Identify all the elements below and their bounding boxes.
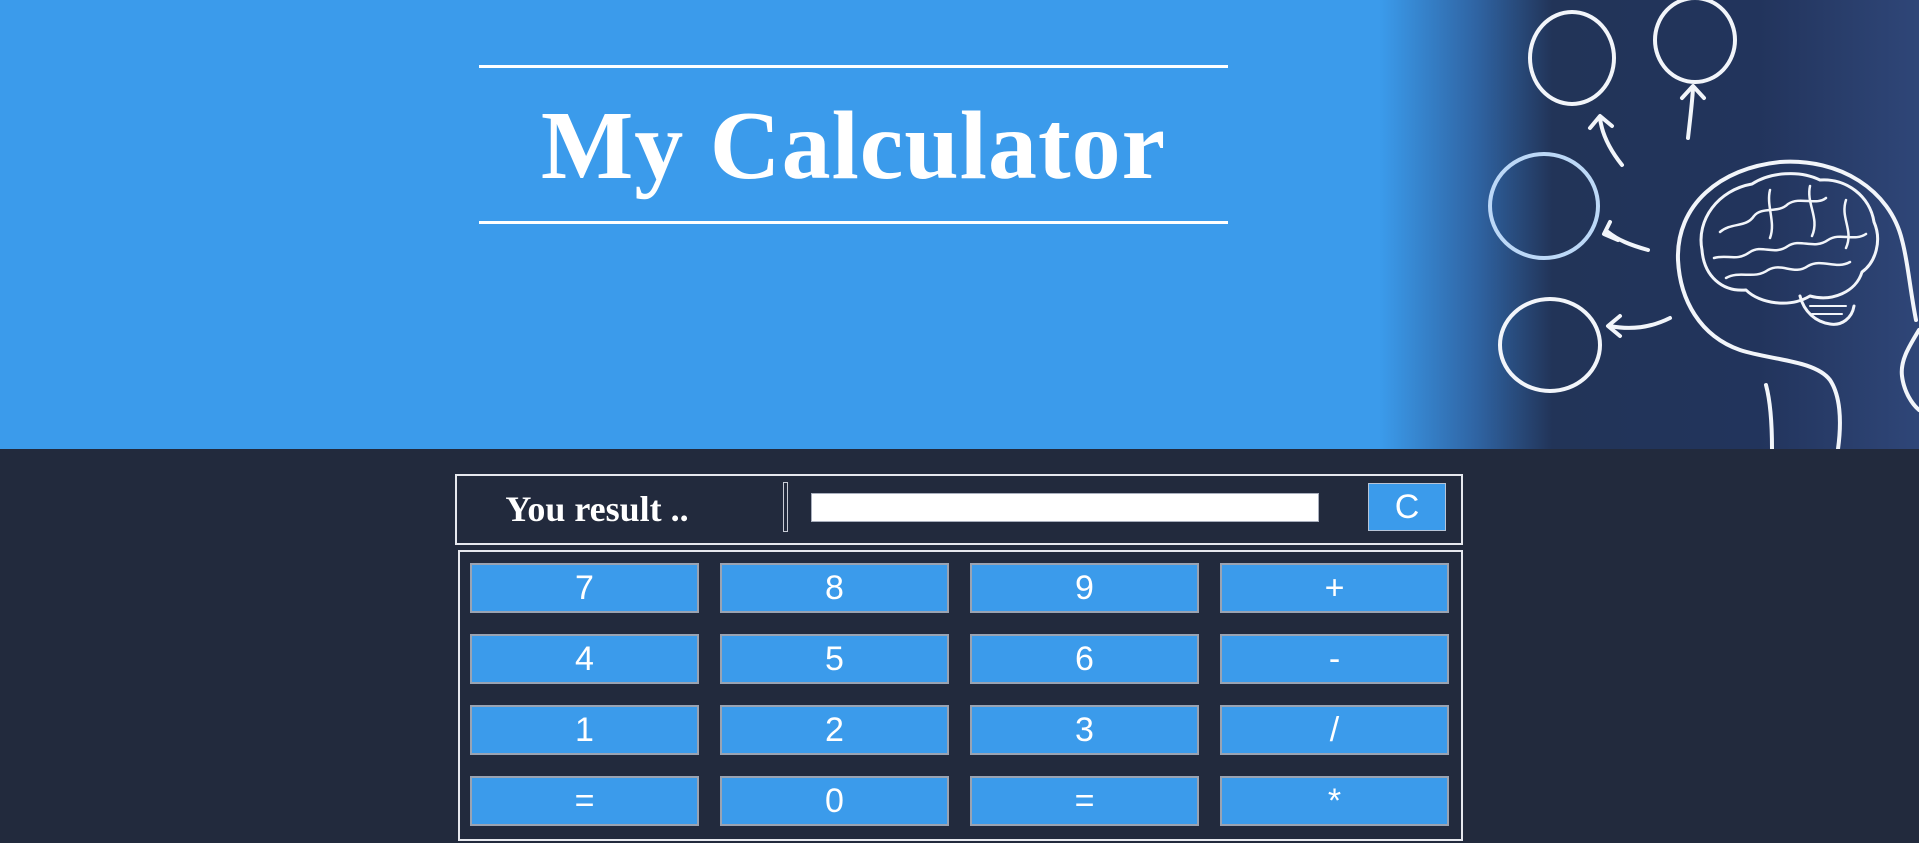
keypad: 7 8 9 + 4 5 6 - 1 2 3 / = 0 = * <box>458 550 1463 841</box>
key-multiply-button[interactable]: * <box>1220 776 1449 826</box>
title-bottom-rule <box>479 221 1228 224</box>
key-2-button[interactable]: 2 <box>720 705 949 755</box>
key-plus-button[interactable]: + <box>1220 563 1449 613</box>
calculator-page: My Calculator You result .. C 7 8 9 + 4 … <box>0 0 1919 843</box>
key-7-button[interactable]: 7 <box>470 563 699 613</box>
page-title: My Calculator <box>540 92 1167 200</box>
result-bar: You result .. C <box>455 474 1463 545</box>
clear-button[interactable]: C <box>1368 483 1446 531</box>
result-divider <box>783 482 788 532</box>
key-divide-button[interactable]: / <box>1220 705 1449 755</box>
key-equals-left-button[interactable]: = <box>470 776 699 826</box>
brain-head-icon <box>1488 0 1919 449</box>
key-8-button[interactable]: 8 <box>720 563 949 613</box>
result-display-input[interactable] <box>811 493 1319 522</box>
key-0-button[interactable]: 0 <box>720 776 949 826</box>
key-3-button[interactable]: 3 <box>970 705 1199 755</box>
header-banner: My Calculator <box>0 0 1919 449</box>
result-label: You result .. <box>505 489 689 529</box>
key-9-button[interactable]: 9 <box>970 563 1199 613</box>
title-top-rule <box>479 65 1228 68</box>
key-1-button[interactable]: 1 <box>470 705 699 755</box>
key-equals-right-button[interactable]: = <box>970 776 1199 826</box>
key-minus-button[interactable]: - <box>1220 634 1449 684</box>
key-6-button[interactable]: 6 <box>970 634 1199 684</box>
key-5-button[interactable]: 5 <box>720 634 949 684</box>
key-4-button[interactable]: 4 <box>470 634 699 684</box>
